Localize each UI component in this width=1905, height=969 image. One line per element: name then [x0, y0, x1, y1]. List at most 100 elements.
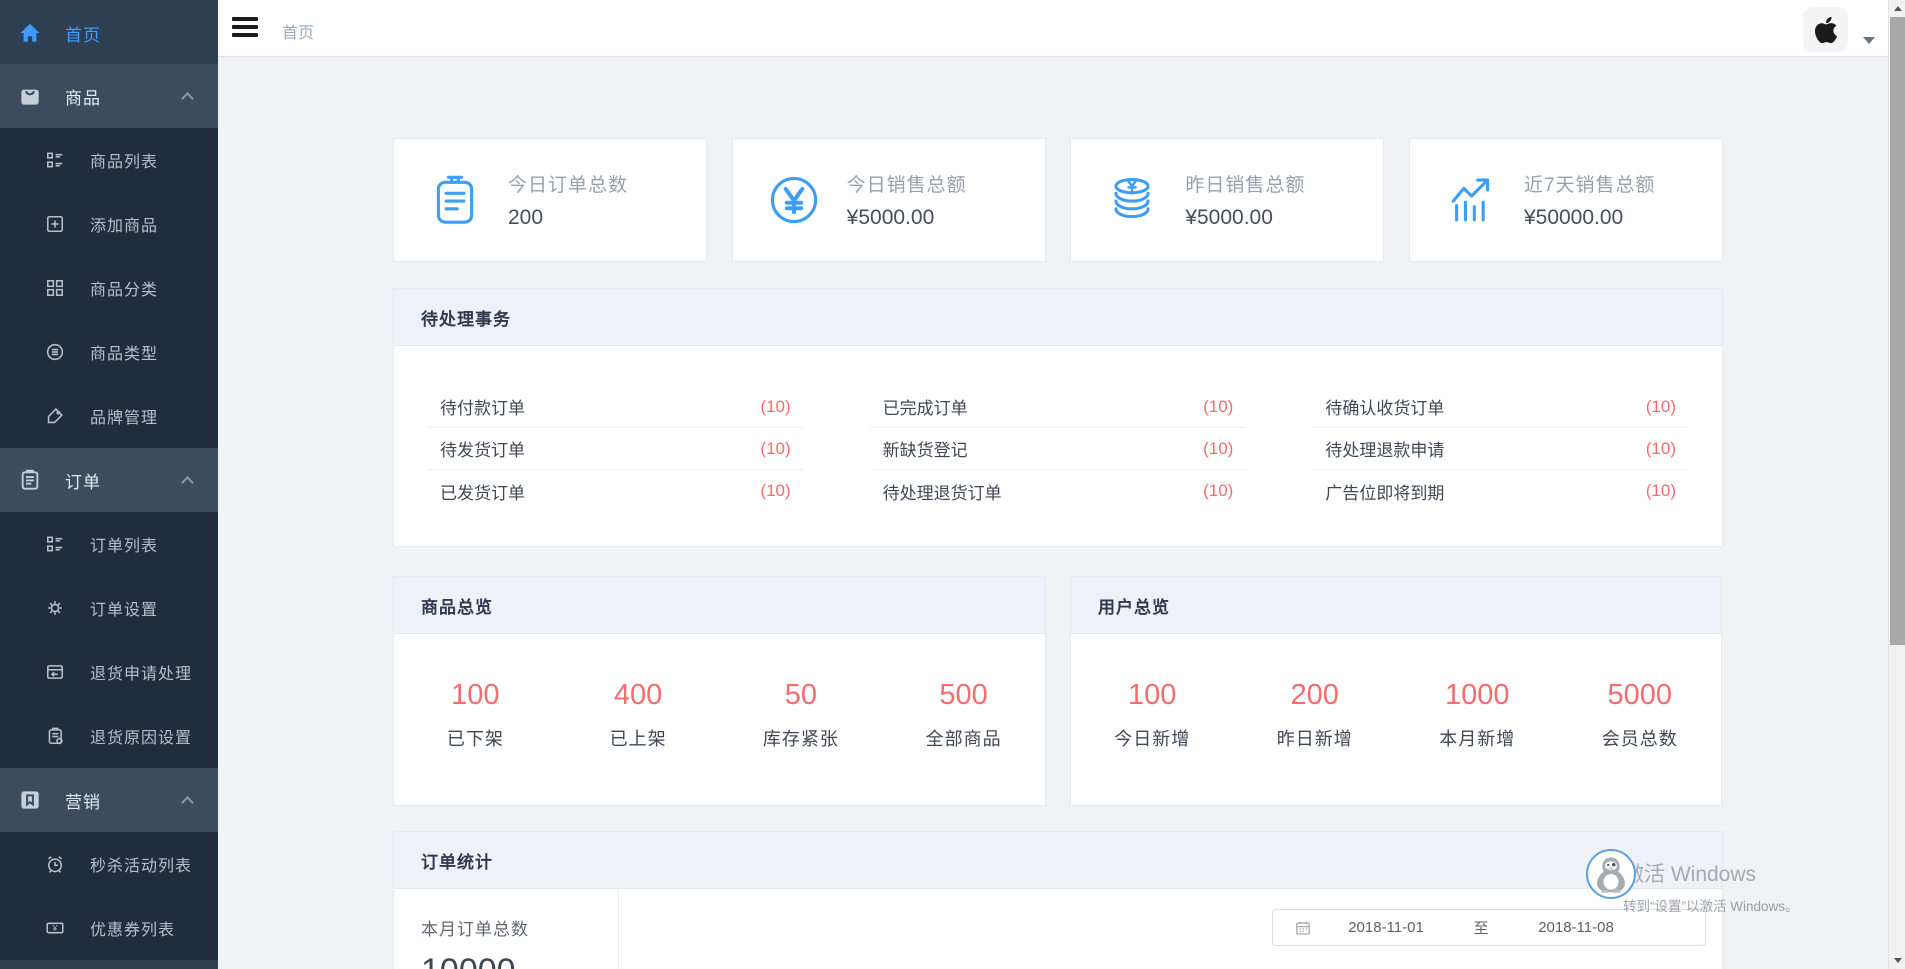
todo-count: (10) — [1203, 439, 1233, 459]
scrollbar-up-arrow[interactable] — [1889, 0, 1905, 17]
list-icon — [45, 150, 65, 170]
panel-header: 商品总览 — [394, 577, 1045, 634]
date-start-value[interactable]: 2018-11-01 — [1311, 919, 1461, 936]
sidebar-item-label: 商品类型 — [90, 340, 158, 364]
yen-circle-icon — [763, 169, 825, 231]
stat-card-label: 近7天销售总额 — [1524, 170, 1656, 197]
list-icon — [45, 534, 65, 554]
stat-card-yesterday-sales: 昨日销售总额 ¥5000.00 — [1070, 138, 1384, 262]
circle-list-icon — [45, 342, 65, 362]
svg-text:¥: ¥ — [52, 923, 58, 933]
tag-icon — [45, 406, 65, 426]
todo-item-return-orders[interactable]: 待处理退货订单(10) — [871, 470, 1246, 512]
panel-header: 订单统计 — [394, 832, 1722, 889]
panel-title: 用户总览 — [1098, 593, 1170, 618]
admin-dashboard: 首页 商品 商品列表 添加商品 商品分类 商品类型 — [0, 0, 1905, 969]
qq-penguin-icon — [1591, 854, 1631, 894]
todo-count: (10) — [1646, 439, 1676, 459]
pending-tasks-panel: 待处理事务 待付款订单(10) 已完成订单(10) 待确认收货订单(10) 待发… — [393, 288, 1723, 547]
breadcrumb[interactable]: 首页 — [282, 19, 314, 43]
bookmark-icon — [18, 788, 42, 812]
sidebar-item-label: 订单设置 — [90, 596, 158, 620]
clipboard-gear-icon — [45, 726, 65, 746]
scrollbar-down-arrow[interactable] — [1889, 952, 1905, 969]
product-overview-panel: 商品总览 100已下架 400已上架 50库存紧张 500全部商品 — [393, 576, 1046, 806]
chevron-up-icon — [181, 92, 194, 105]
todo-count: (10) — [1646, 481, 1676, 501]
scrollbar-thumb[interactable] — [1890, 17, 1905, 645]
sidebar-item-add-product[interactable]: 添加商品 — [0, 192, 218, 256]
grid-icon — [45, 278, 65, 298]
sidebar-item-product-list[interactable]: 商品列表 — [0, 128, 218, 192]
chevron-down-icon[interactable] — [1863, 37, 1875, 44]
sidebar-group-label: 营销 — [65, 788, 101, 813]
sidebar-item-return-reason[interactable]: 退货原因设置 — [0, 704, 218, 768]
sidebar-item-coupon-list[interactable]: ¥ 优惠券列表 — [0, 896, 218, 960]
alarm-clock-icon — [45, 854, 65, 874]
todo-count: (10) — [1203, 397, 1233, 417]
sidebar-item-return-request[interactable]: 退货申请处理 — [0, 640, 218, 704]
todo-item-shipped-orders[interactable]: 已发货订单(10) — [428, 470, 803, 512]
sidebar-group-products[interactable]: 商品 — [0, 64, 218, 128]
stat-card-label: 今日销售总额 — [847, 170, 967, 197]
clipboard-icon — [18, 468, 42, 492]
chevron-up-icon — [181, 796, 194, 809]
todo-item-new-stockout[interactable]: 新缺货登记(10) — [871, 428, 1246, 470]
qq-contact-float-button[interactable] — [1586, 849, 1636, 899]
sidebar-item-label: 秒杀活动列表 — [90, 852, 192, 876]
overview-stat-low-stock: 50库存紧张 — [720, 679, 883, 751]
home-icon — [18, 21, 42, 45]
hamburger-menu-icon[interactable] — [232, 17, 258, 41]
todo-item-completed-orders[interactable]: 已完成订单(10) — [871, 386, 1246, 428]
submenu-products: 商品列表 添加商品 商品分类 商品类型 品牌管理 — [0, 128, 218, 448]
sidebar-item-label: 首页 — [65, 21, 101, 46]
date-range-picker[interactable]: 2018-11-01 至 2018-11-08 — [1272, 909, 1706, 946]
submenu-marketing: 秒杀活动列表 ¥ 优惠券列表 — [0, 832, 218, 960]
sidebar-item-label: 订单列表 — [90, 532, 158, 556]
sidebar-group-orders[interactable]: 订单 — [0, 448, 218, 512]
stat-card-label: 今日订单总数 — [508, 170, 628, 197]
user-overview-body: 100今日新增 200昨日新增 1000本月新增 5000会员总数 — [1071, 634, 1721, 751]
product-overview-body: 100已下架 400已上架 50库存紧张 500全部商品 — [394, 634, 1045, 751]
panel-title: 订单统计 — [421, 848, 493, 873]
sidebar-group-marketing[interactable]: 营销 — [0, 768, 218, 832]
sidebar-item-flash-sale-list[interactable]: 秒杀活动列表 — [0, 832, 218, 896]
user-overview-panel: 用户总览 100今日新增 200昨日新增 1000本月新增 5000会员总数 — [1070, 576, 1722, 806]
date-end-value[interactable]: 2018-11-08 — [1501, 919, 1651, 936]
todo-count: (10) — [1203, 481, 1233, 501]
date-range-separator: 至 — [1461, 917, 1501, 938]
panel-title: 商品总览 — [421, 593, 493, 618]
overview-stat-off-shelf: 100已下架 — [394, 679, 557, 751]
overview-stat-new-month: 1000本月新增 — [1396, 679, 1559, 751]
todo-count: (10) — [1646, 397, 1676, 417]
overview-stat-on-shelf: 400已上架 — [557, 679, 720, 751]
stat-card-value: ¥5000.00 — [847, 206, 967, 230]
calendar-icon — [1295, 920, 1311, 936]
sidebar-group-label: 商品 — [65, 84, 101, 109]
sidebar-item-brand-management[interactable]: 品牌管理 — [0, 384, 218, 448]
todo-item-unpaid-orders[interactable]: 待付款订单(10) — [428, 386, 803, 428]
user-avatar[interactable] — [1803, 7, 1848, 52]
overview-stat-new-today: 100今日新增 — [1071, 679, 1234, 751]
sidebar-item-order-list[interactable]: 订单列表 — [0, 512, 218, 576]
sidebar-item-label: 优惠券列表 — [90, 916, 175, 940]
sidebar-group-label: 订单 — [65, 468, 101, 493]
todo-item-confirm-receipt-orders[interactable]: 待确认收货订单(10) — [1313, 386, 1688, 428]
panel-header: 待处理事务 — [394, 289, 1722, 346]
stat-card-today-orders: 今日订单总数 200 — [393, 138, 707, 262]
todo-item-to-ship-orders[interactable]: 待发货订单(10) — [428, 428, 803, 470]
coupon-icon: ¥ — [45, 918, 65, 938]
vertical-scrollbar[interactable] — [1888, 0, 1905, 969]
chevron-up-icon — [181, 476, 194, 489]
sidebar-item-home[interactable]: 首页 — [0, 0, 218, 64]
sidebar-item-product-category[interactable]: 商品分类 — [0, 256, 218, 320]
todo-item-ad-expiring[interactable]: 广告位即将到期(10) — [1313, 470, 1688, 512]
sidebar-item-order-settings[interactable]: 订单设置 — [0, 576, 218, 640]
stat-card-value: ¥50000.00 — [1524, 206, 1656, 230]
topbar: 首页 — [218, 0, 1888, 57]
order-statistics-panel: 订单统计 本月订单总数 10000 2018-11-01 至 2018-11-0… — [393, 831, 1723, 969]
todo-item-refund-requests[interactable]: 待处理退款申请(10) — [1313, 428, 1688, 470]
overview-stat-total-members: 5000会员总数 — [1559, 679, 1722, 751]
trend-up-icon — [1440, 169, 1502, 231]
sidebar-item-product-type[interactable]: 商品类型 — [0, 320, 218, 384]
